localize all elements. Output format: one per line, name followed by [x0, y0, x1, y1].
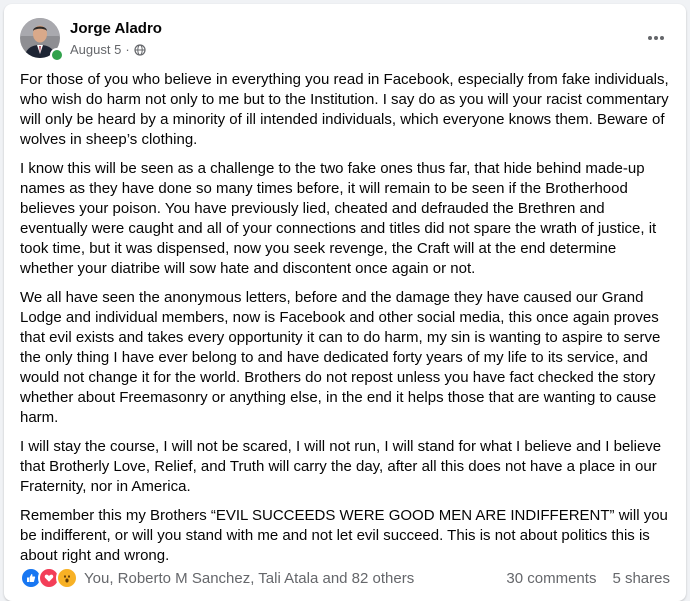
- online-status-dot: [50, 48, 64, 62]
- author-name[interactable]: Jorge Aladro: [70, 20, 162, 37]
- shares-count[interactable]: 5 shares: [612, 570, 670, 587]
- comments-count[interactable]: 30 comments: [506, 570, 596, 587]
- wow-icon: [56, 567, 78, 589]
- post-paragraph: I will stay the course, I will not be sc…: [20, 438, 662, 495]
- reactions-summary[interactable]: You, Roberto M Sanchez, Tali Atala and 8…: [20, 567, 414, 589]
- reactions-text[interactable]: You, Roberto M Sanchez, Tali Atala and 8…: [84, 570, 414, 587]
- reaction-icons: [20, 567, 78, 589]
- post-footer: You, Roberto M Sanchez, Tali Atala and 8…: [20, 566, 670, 590]
- post-stats: 30 comments 5 shares: [506, 570, 670, 587]
- meta-separator: ·: [125, 42, 130, 57]
- ellipsis-icon: [648, 36, 664, 40]
- post-date[interactable]: August 5: [70, 42, 121, 57]
- globe-icon[interactable]: [134, 43, 146, 56]
- post-header: Jorge Aladro August 5 ·: [4, 4, 686, 66]
- post-paragraph: For those of you who believe in everythi…: [20, 71, 669, 148]
- post-paragraph: I know this will be seen as a challenge …: [20, 160, 657, 277]
- post-meta: August 5 ·: [70, 42, 146, 57]
- post-paragraph: We all have seen the anonymous letters, …: [20, 289, 661, 426]
- post-body: For those of you who believe in everythi…: [4, 70, 686, 566]
- post-card: Jorge Aladro August 5 · For those of you…: [4, 4, 686, 601]
- more-options-button[interactable]: [640, 22, 672, 54]
- post-paragraph: Remember this my Brothers “EVIL SUCCEEDS…: [20, 507, 668, 564]
